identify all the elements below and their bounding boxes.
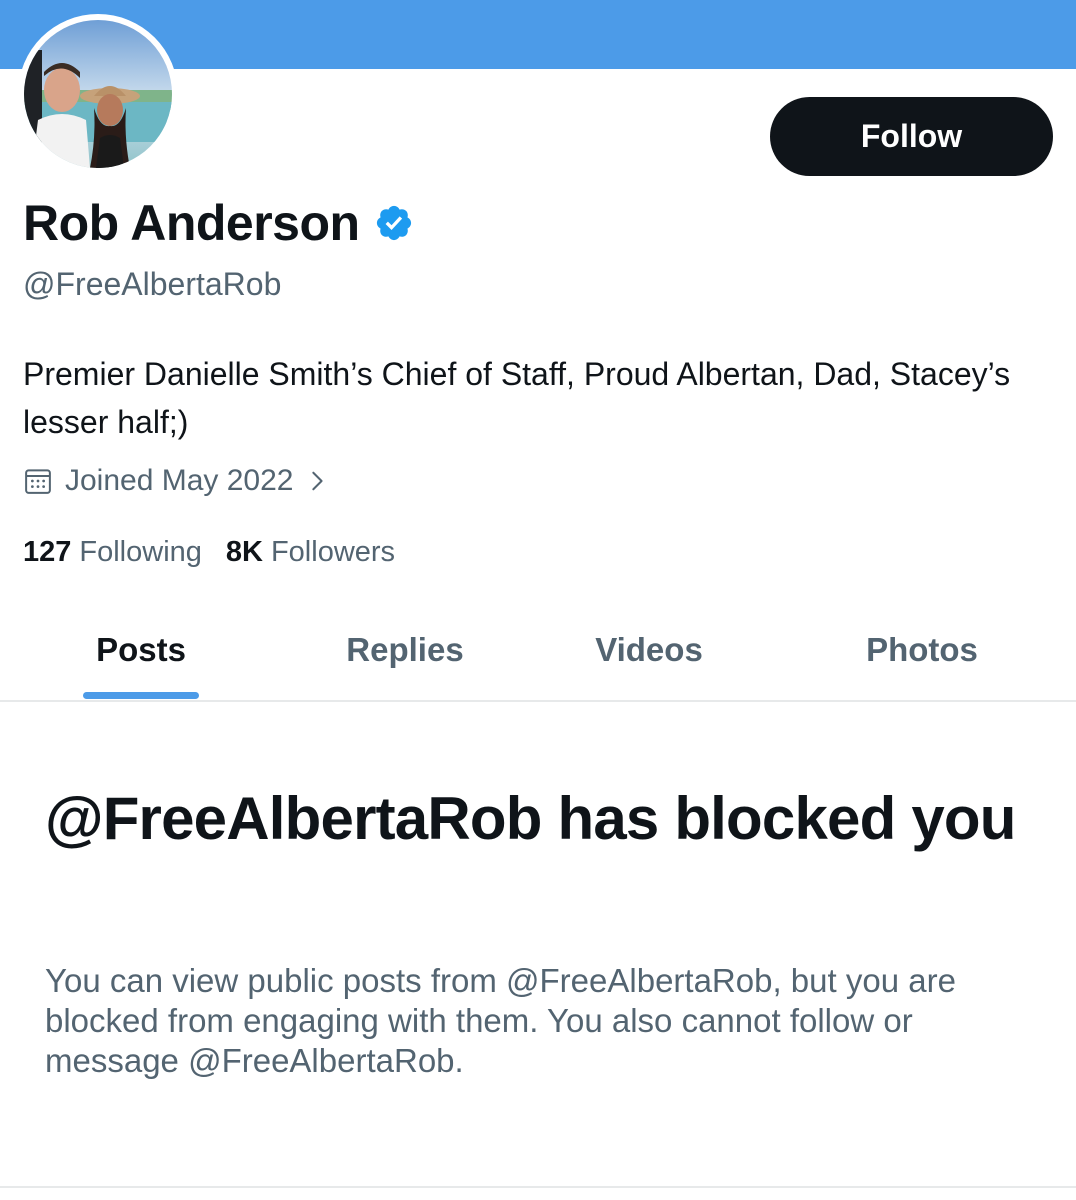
- blocked-message: You can view public posts from @FreeAlbe…: [45, 962, 956, 1079]
- profile-handle: @FreeAlbertaRob: [23, 266, 282, 302]
- following-count: 127: [23, 536, 72, 568]
- avatar[interactable]: [18, 14, 178, 174]
- verified-badge-icon[interactable]: [374, 203, 414, 243]
- follow-stats: 127 Following 8K Followers: [23, 536, 395, 569]
- followers-link[interactable]: 8K Followers: [226, 536, 395, 569]
- tab-photos[interactable]: Photos: [821, 600, 1023, 700]
- following-label: Following: [79, 536, 202, 568]
- followers-count: 8K: [225, 536, 263, 568]
- avatar-photo: [24, 20, 172, 168]
- joined-date: Joined May 2022: [65, 464, 294, 497]
- follow-button[interactable]: Follow: [770, 97, 1053, 176]
- tab-posts[interactable]: Posts: [40, 600, 242, 700]
- active-tab-indicator: [83, 692, 199, 699]
- blocked-title: @FreeAlbertaRob has blocked you: [45, 785, 1016, 852]
- calendar-icon: [25, 469, 51, 494]
- chevron-right-icon: [311, 471, 323, 491]
- bottom-divider: [0, 1186, 1076, 1188]
- display-name: Rob Anderson: [23, 195, 360, 251]
- profile-tabs: Posts Replies Videos Photos: [0, 600, 1076, 700]
- tabs-divider: [0, 700, 1076, 702]
- following-link[interactable]: 127 Following: [23, 536, 202, 569]
- joined-date-row[interactable]: Joined May 2022: [23, 464, 328, 498]
- tab-videos[interactable]: Videos: [548, 600, 750, 700]
- profile-name-row: Rob Anderson: [23, 194, 414, 252]
- followers-label: Followers: [270, 536, 396, 568]
- profile-bio: Premier Danielle Smith’s Chief of Staff,…: [23, 356, 1011, 440]
- tab-replies[interactable]: Replies: [304, 600, 506, 700]
